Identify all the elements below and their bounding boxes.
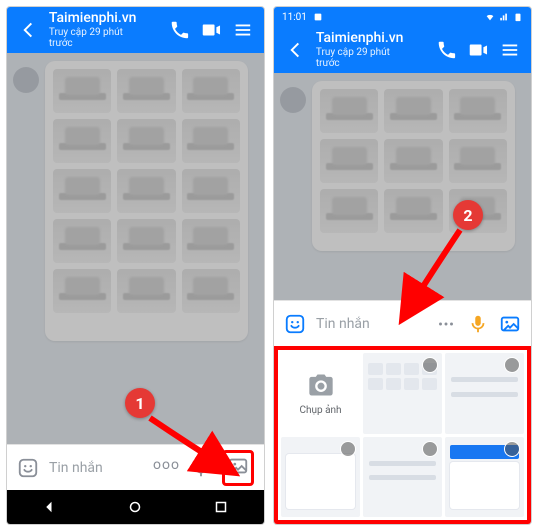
- avatar: [280, 87, 306, 113]
- phone-screenshot-1: Taimienphi.vn Truy cập 29 phút trước: [6, 6, 265, 525]
- gallery-icon[interactable]: [499, 313, 521, 335]
- msg-thumb: [117, 169, 175, 213]
- msg-thumb: [53, 169, 111, 213]
- call-icon[interactable]: [169, 19, 191, 41]
- sticker-icon[interactable]: [284, 313, 306, 335]
- msg-thumb: [182, 169, 240, 213]
- more-icon[interactable]: ooo: [153, 457, 180, 479]
- avatar: [13, 67, 39, 93]
- more-icon[interactable]: [435, 313, 457, 335]
- nav-home-icon[interactable]: [126, 498, 144, 516]
- chat-area: Tin nhắn Chụp ảnh: [274, 73, 531, 524]
- wifi-icon: [485, 12, 495, 22]
- msg-thumb: [384, 139, 442, 183]
- phone-screenshot-2: 11:01 Taimienphi.vn Truy cập 29 phút trư…: [273, 6, 532, 525]
- call-icon[interactable]: [436, 39, 458, 61]
- chat-title[interactable]: Taimienphi.vn: [49, 11, 149, 26]
- gallery-item[interactable]: [363, 437, 442, 518]
- msg-thumb: [449, 189, 507, 233]
- android-nav: [7, 490, 264, 524]
- menu-icon[interactable]: [499, 39, 521, 61]
- msg-thumb: [384, 189, 442, 233]
- msg-thumb: [117, 269, 175, 313]
- msg-thumb: [320, 189, 378, 233]
- video-call-icon[interactable]: [467, 39, 489, 61]
- nav-recent-icon[interactable]: [212, 498, 230, 516]
- chat-subtitle: Truy cập 29 phút trước: [49, 27, 149, 49]
- camera-icon: [307, 371, 335, 399]
- gallery-item[interactable]: [281, 437, 360, 518]
- chat-title[interactable]: Taimienphi.vn: [316, 31, 416, 46]
- msg-thumb: [182, 119, 240, 163]
- msg-thumb: [117, 119, 175, 163]
- menu-icon[interactable]: [232, 19, 254, 41]
- msg-thumb: [117, 219, 175, 263]
- chat-header: Taimienphi.vn Truy cập 29 phút trước: [7, 7, 264, 53]
- gallery-item[interactable]: [445, 437, 524, 518]
- msg-thumb: [182, 69, 240, 113]
- gallery-panel: Chụp ảnh: [274, 346, 531, 524]
- select-circle-icon[interactable]: [340, 441, 356, 457]
- message-input[interactable]: Tin nhắn: [316, 316, 425, 332]
- select-circle-icon[interactable]: [504, 357, 520, 373]
- select-circle-icon[interactable]: [504, 441, 520, 457]
- capture-button[interactable]: Chụp ảnh: [281, 353, 360, 434]
- select-circle-icon[interactable]: [422, 357, 438, 373]
- msg-thumb: [53, 219, 111, 263]
- chat-area: [7, 53, 264, 444]
- msg-thumb: [449, 139, 507, 183]
- message-input[interactable]: Tin nhắn: [49, 460, 143, 476]
- nav-back-icon[interactable]: [41, 498, 59, 516]
- gallery-icon[interactable]: [227, 455, 249, 477]
- capture-label: Chụp ảnh: [299, 405, 341, 416]
- msg-thumb: [182, 269, 240, 313]
- gallery-item[interactable]: [363, 353, 442, 434]
- back-icon[interactable]: [17, 19, 39, 41]
- msg-thumb: [53, 69, 111, 113]
- msg-thumb: [182, 219, 240, 263]
- msg-thumb: [384, 89, 442, 133]
- msg-thumb: [320, 89, 378, 133]
- status-time: 11:01: [282, 12, 307, 23]
- signal-icon: [499, 12, 509, 22]
- sticker-icon[interactable]: [17, 457, 39, 479]
- msg-thumb: [449, 89, 507, 133]
- highlight-gallery-button: [222, 450, 254, 486]
- image-message[interactable]: [45, 61, 248, 341]
- image-message[interactable]: [312, 81, 515, 251]
- chat-subtitle: Truy cập 29 phút trước: [316, 47, 416, 69]
- video-call-icon[interactable]: [200, 19, 222, 41]
- status-app-icon: [313, 12, 323, 22]
- msg-thumb: [117, 69, 175, 113]
- back-icon[interactable]: [284, 39, 306, 61]
- battery-icon: [513, 12, 523, 22]
- msg-thumb: [53, 119, 111, 163]
- composer: Tin nhắn: [274, 300, 531, 346]
- status-bar: 11:01: [274, 7, 531, 27]
- select-circle-icon[interactable]: [422, 441, 438, 457]
- mic-icon[interactable]: [467, 313, 489, 335]
- composer: Tin nhắn ooo: [7, 444, 264, 490]
- msg-thumb: [53, 269, 111, 313]
- chat-header: Taimienphi.vn Truy cập 29 phút trước: [274, 27, 531, 73]
- gallery-item[interactable]: [445, 353, 524, 434]
- mic-icon[interactable]: [190, 457, 212, 479]
- msg-thumb: [320, 139, 378, 183]
